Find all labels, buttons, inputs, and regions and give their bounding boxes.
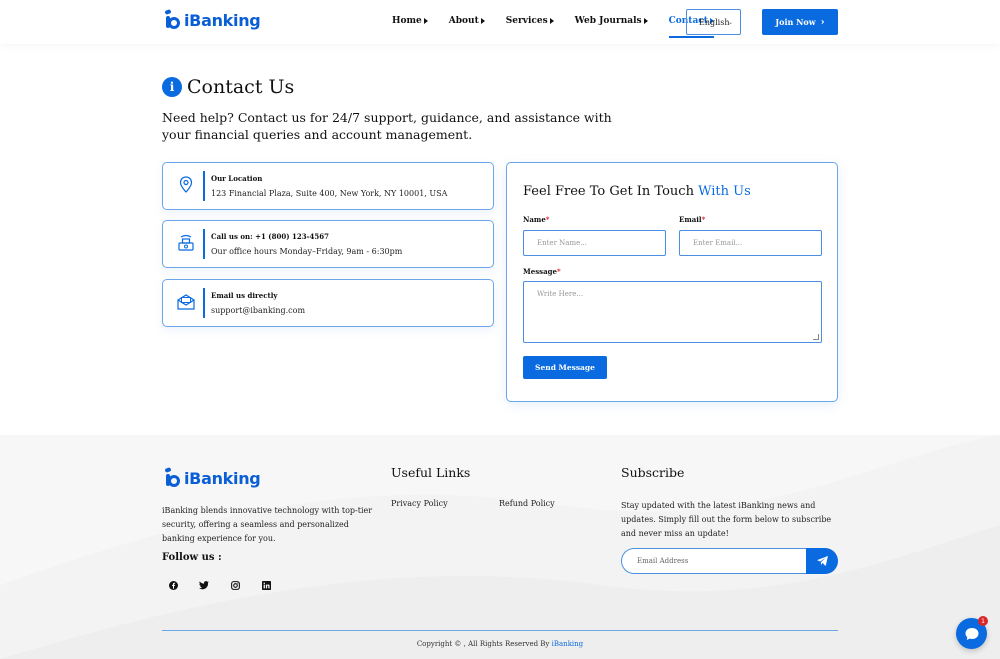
- chat-icon: [965, 627, 978, 640]
- card-divider: [203, 229, 205, 259]
- info-icon: i: [162, 77, 182, 97]
- caret-right-icon: [480, 18, 485, 24]
- phone-icon: [178, 234, 194, 251]
- location-pin-icon: [179, 176, 193, 193]
- card-divider: [203, 288, 205, 318]
- social-links: [168, 580, 292, 590]
- message-textarea[interactable]: Write Here...: [523, 281, 822, 343]
- footer-divider: [162, 630, 838, 631]
- logo-mark-icon: [164, 467, 180, 489]
- language-select[interactable]: English ⌄: [686, 9, 741, 35]
- twitter-icon[interactable]: [199, 580, 209, 590]
- contact-form: Feel Free To Get In Touch With Us Name* …: [506, 162, 838, 402]
- card-label: Email us directly: [211, 291, 278, 300]
- card-value: 123 Financial Plaza, Suite 400, New York…: [211, 189, 448, 198]
- site-footer: iBanking iBanking blends innovative tech…: [0, 435, 1000, 659]
- brand-logo[interactable]: iBanking: [164, 9, 261, 31]
- card-divider: [203, 171, 205, 201]
- email-label: Email*: [679, 215, 706, 224]
- card-value: Our office hours Monday–Friday, 9am - 6:…: [211, 247, 403, 256]
- card-label: Our Location: [211, 174, 263, 183]
- email-card: Email us directly support@ibanking.com: [162, 279, 494, 327]
- subscribe-button[interactable]: [806, 548, 838, 574]
- send-message-button[interactable]: Send Message: [523, 356, 607, 379]
- brand-name: iBanking: [184, 468, 261, 488]
- copyright-text: Copyright © , All Rights Reserved By iBa…: [416, 640, 584, 648]
- join-now-button[interactable]: Join Now ›: [762, 9, 838, 35]
- chevron-down-icon: ⌄: [727, 19, 733, 26]
- chevron-right-icon: ›: [820, 16, 825, 28]
- refund-policy-link[interactable]: Refund Policy: [499, 499, 555, 508]
- brand-name: iBanking: [184, 10, 261, 30]
- logo-mark-icon: [164, 9, 180, 31]
- main-nav: Home About Services Web Journals Contact: [392, 16, 735, 38]
- phone-card: Call us on: +1 (800) 123-4567 Our office…: [162, 220, 494, 268]
- caret-right-icon: [643, 18, 648, 24]
- email-input[interactable]: Enter Email...: [679, 230, 822, 256]
- useful-links-title: Useful Links: [391, 465, 471, 480]
- nav-web-journals[interactable]: Web Journals: [575, 16, 648, 26]
- footer-wave-decoration: [0, 435, 1000, 659]
- footer-logo[interactable]: iBanking: [164, 467, 261, 489]
- subscribe-title: Subscribe: [621, 465, 685, 480]
- nav-services[interactable]: Services: [506, 16, 554, 26]
- card-label: Call us on: +1 (800) 123-4567: [211, 232, 329, 241]
- instagram-icon[interactable]: [230, 580, 240, 590]
- nav-home[interactable]: Home: [392, 16, 428, 26]
- envelope-icon: [177, 294, 195, 310]
- footer-description: iBanking blends innovative technology wi…: [162, 506, 373, 543]
- facebook-icon[interactable]: [168, 580, 178, 590]
- location-card: Our Location 123 Financial Plaza, Suite …: [162, 162, 494, 210]
- chat-notification-badge: 1: [978, 616, 988, 626]
- page-subtitle: Need help? Contact us for 24/7 support, …: [162, 110, 612, 142]
- card-value: support@ibanking.com: [211, 306, 306, 315]
- site-header: iBanking Home About Services Web Journal…: [0, 0, 1000, 44]
- copyright-brand-link[interactable]: iBanking: [552, 640, 584, 648]
- nav-about[interactable]: About: [449, 16, 485, 26]
- caret-right-icon: [423, 18, 428, 24]
- name-input[interactable]: Enter Name...: [523, 230, 666, 256]
- page-title: Contact Us: [187, 76, 295, 98]
- paper-plane-icon: [816, 556, 828, 566]
- subscribe-email-input[interactable]: Email Address: [621, 548, 807, 574]
- follow-us-label: Follow us :: [162, 552, 222, 563]
- linkedin-icon[interactable]: [261, 580, 271, 590]
- caret-right-icon: [549, 18, 554, 24]
- page-heading: i Contact Us: [162, 76, 294, 98]
- message-label: Message*: [523, 267, 561, 276]
- name-label: Name*: [523, 215, 550, 224]
- subscribe-text: Stay updated with the latest iBanking ne…: [621, 501, 832, 538]
- privacy-policy-link[interactable]: Privacy Policy: [391, 499, 448, 508]
- resize-handle-icon[interactable]: [813, 334, 819, 340]
- form-title: Feel Free To Get In Touch With Us: [523, 184, 751, 199]
